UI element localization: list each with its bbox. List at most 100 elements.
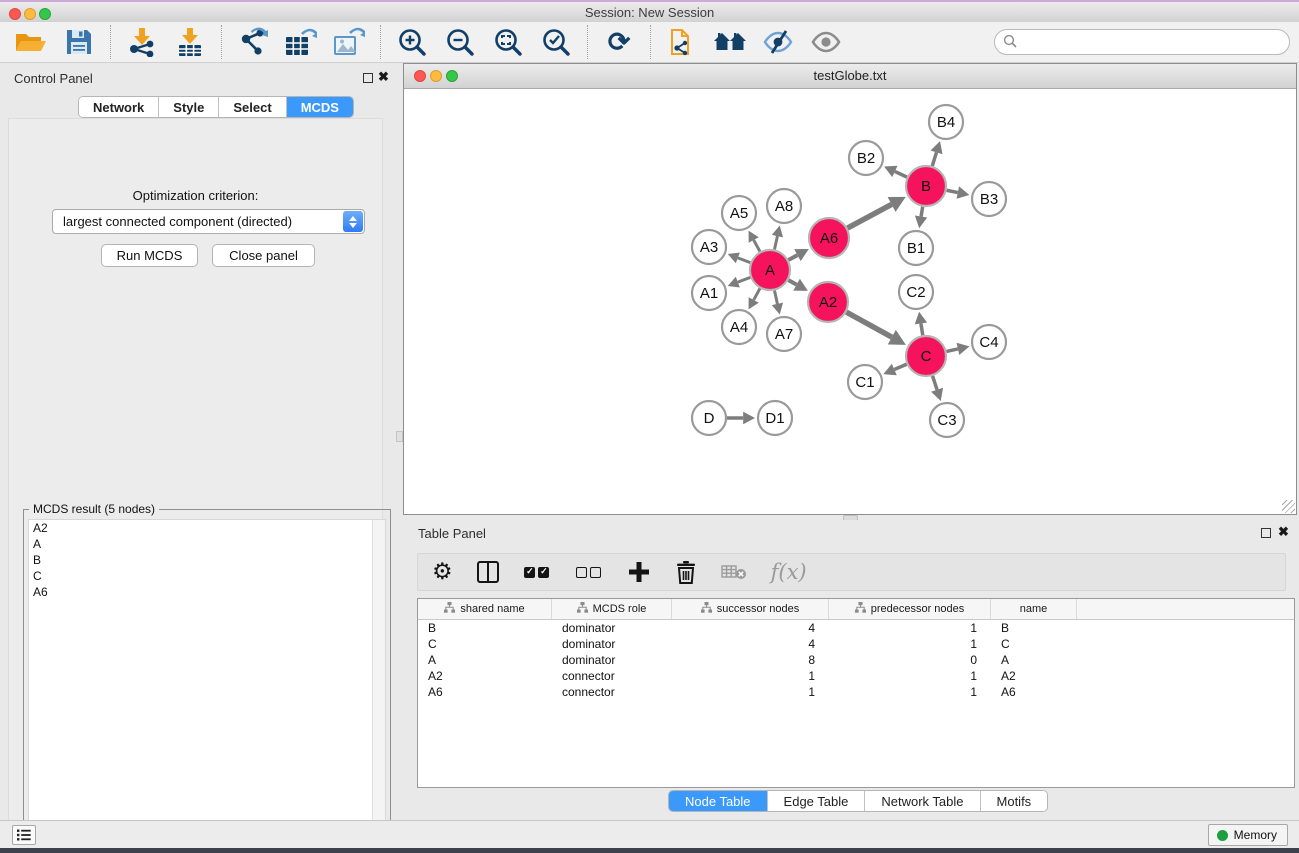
export-table-icon[interactable] <box>284 25 318 59</box>
result-list-item[interactable]: B <box>29 552 385 568</box>
table-cell: C <box>991 636 1077 652</box>
column-header-predecessor-nodes[interactable]: predecessor nodes <box>829 599 991 619</box>
close-panel-icon[interactable]: ✖ <box>378 69 389 85</box>
zoom-selected-icon[interactable] <box>539 25 573 59</box>
table-cell: A6 <box>991 684 1077 700</box>
export-image-icon[interactable] <box>332 25 366 59</box>
result-list-item[interactable]: A6 <box>29 584 385 600</box>
table-header-row: shared nameMCDS rolesuccessor nodesprede… <box>418 599 1294 620</box>
new-network-from-selection-icon[interactable] <box>665 25 699 59</box>
show-panel-eye-icon[interactable] <box>809 25 843 59</box>
edge-arrowhead <box>931 388 943 401</box>
table-tab-motifs[interactable]: Motifs <box>981 791 1048 811</box>
task-history-button[interactable] <box>12 825 36 845</box>
edge-A-A8[interactable] <box>774 236 777 249</box>
table-cell: 1 <box>829 636 991 652</box>
table-row[interactable]: A6connector11A6 <box>418 684 1294 700</box>
window-resize-grip[interactable] <box>1282 500 1295 513</box>
search-input[interactable] <box>994 29 1290 55</box>
table-panel: Table Panel ✖ ⚙ f(x) shared nameMCDS rol… <box>403 520 1299 820</box>
memory-button[interactable]: Memory <box>1208 824 1288 846</box>
edge-A-A5[interactable] <box>754 240 760 251</box>
table-cell: 1 <box>672 684 829 700</box>
node-table[interactable]: shared nameMCDS rolesuccessor nodesprede… <box>417 598 1295 788</box>
result-list-item[interactable]: A <box>29 536 385 552</box>
function-builder-icon[interactable]: f(x) <box>771 557 807 587</box>
edge-arrowhead <box>957 343 970 355</box>
edge-A-A3[interactable] <box>738 258 751 263</box>
result-list-item[interactable]: C <box>29 568 385 584</box>
hide-show-panels-icon[interactable] <box>761 25 795 59</box>
edge-arrowhead <box>915 216 927 229</box>
edge-C-C4[interactable] <box>946 349 957 352</box>
edge-A-A2[interactable] <box>788 280 796 285</box>
table-tab-network-table[interactable]: Network Table <box>865 791 980 811</box>
delete-table-icon[interactable] <box>721 557 747 587</box>
table-row[interactable]: Adominator80A <box>418 652 1294 668</box>
node-label-C1: C1 <box>855 374 874 391</box>
table-row[interactable]: Bdominator41B <box>418 620 1294 636</box>
column-header-successor-nodes[interactable]: successor nodes <box>672 599 829 619</box>
refresh-icon[interactable]: ⟳ <box>602 25 636 59</box>
edge-C-C3[interactable] <box>933 376 938 390</box>
table-cell: dominator <box>552 652 672 668</box>
edge-A-A6[interactable] <box>788 255 797 260</box>
column-header-name[interactable]: name <box>991 599 1077 619</box>
float-table-panel-icon[interactable] <box>1261 528 1271 538</box>
zoom-in-icon[interactable] <box>395 25 429 59</box>
edge-arrowhead <box>931 141 943 154</box>
table-row[interactable]: A2connector11A2 <box>418 668 1294 684</box>
mcds-result-list[interactable]: A2ABCA6 <box>28 519 386 849</box>
table-settings-gear-icon[interactable]: ⚙ <box>432 557 453 587</box>
table-toolbar: ⚙ f(x) <box>417 553 1286 591</box>
unselect-all-columns-icon[interactable] <box>575 557 603 587</box>
edge-B-B2[interactable] <box>895 171 907 177</box>
select-all-columns-icon[interactable] <box>523 557 551 587</box>
edge-A2-C[interactable] <box>846 312 891 337</box>
zoom-out-icon[interactable] <box>443 25 477 59</box>
home-icon[interactable] <box>713 25 747 59</box>
import-table-icon[interactable] <box>173 25 207 59</box>
table-cell: 8 <box>672 652 829 668</box>
edge-C-C1[interactable] <box>894 364 906 369</box>
network-window-titlebar[interactable]: testGlobe.txt <box>404 64 1296 89</box>
edge-A-A4[interactable] <box>754 288 760 299</box>
save-session-icon[interactable] <box>62 25 96 59</box>
edge-A-A1[interactable] <box>738 277 751 282</box>
column-header-MCDS-role[interactable]: MCDS role <box>552 599 672 619</box>
result-list-item[interactable]: A2 <box>29 520 385 536</box>
open-session-icon[interactable] <box>14 25 48 59</box>
run-mcds-button[interactable]: Run MCDS <box>101 244 198 267</box>
result-list-scrollbar[interactable] <box>372 520 385 848</box>
float-panel-icon[interactable] <box>363 73 373 83</box>
close-panel-button[interactable]: Close panel <box>212 244 315 267</box>
edge-B-B4[interactable] <box>932 152 936 166</box>
table-tab-edge-table[interactable]: Edge Table <box>768 791 866 811</box>
edge-C-C2[interactable] <box>921 323 923 335</box>
tab-select[interactable]: Select <box>219 97 286 117</box>
column-header-shared-name[interactable]: shared name <box>418 599 552 619</box>
tab-style[interactable]: Style <box>159 97 219 117</box>
show-columns-icon[interactable] <box>477 557 499 587</box>
edge-B-B1[interactable] <box>921 207 923 217</box>
network-graph[interactable]: AA1A2A3A4A5A6A7A8BB1B2B3B4CC1C2C3C4DD1 <box>404 89 1296 514</box>
criterion-dropdown[interactable]: largest connected component (directed) <box>52 209 365 234</box>
table-tab-node-table[interactable]: Node Table <box>669 791 768 811</box>
zoom-fit-icon[interactable] <box>491 25 525 59</box>
tab-network[interactable]: Network <box>79 97 159 117</box>
edge-B-B3[interactable] <box>947 190 958 192</box>
splitter-grip[interactable] <box>396 431 403 442</box>
close-table-panel-icon[interactable]: ✖ <box>1278 524 1289 540</box>
hierarchy-icon <box>444 602 455 616</box>
tab-mcds[interactable]: MCDS <box>287 97 353 117</box>
delete-column-trash-icon[interactable] <box>675 557 697 587</box>
memory-label: Memory <box>1234 828 1277 842</box>
add-column-icon[interactable] <box>627 557 651 587</box>
edge-A6-B[interactable] <box>848 204 892 228</box>
network-canvas[interactable]: AA1A2A3A4A5A6A7A8BB1B2B3B4CC1C2C3C4DD1 <box>404 89 1296 514</box>
table-row[interactable]: Cdominator41C <box>418 636 1294 652</box>
table-cell: C <box>418 636 552 652</box>
export-network-icon[interactable] <box>236 25 270 59</box>
import-network-icon[interactable] <box>125 25 159 59</box>
edge-A-A7[interactable] <box>774 291 777 304</box>
